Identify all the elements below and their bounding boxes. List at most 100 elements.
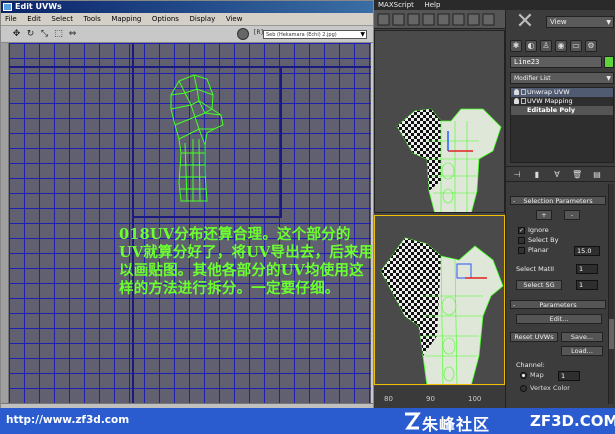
parameters-rollout[interactable]: - Parameters (510, 300, 606, 309)
menu-display[interactable]: Display (185, 13, 219, 26)
shrink-selection-button[interactable]: - (564, 210, 580, 220)
checkbox-box (518, 247, 525, 254)
load-button[interactable]: Load... (561, 346, 603, 356)
object-name-field[interactable]: Line23 (510, 56, 602, 68)
armor-model-perspective (380, 237, 504, 384)
modifier-list-dropdown[interactable]: Modifier List ▼ (510, 72, 614, 84)
show-end-result-icon[interactable]: ▮ (532, 169, 542, 180)
menu-mapping[interactable]: Mapping (107, 13, 145, 26)
view-dropdown-value: View (550, 18, 567, 26)
planar-checkbox[interactable]: Planar (518, 246, 548, 255)
texture-dropdown[interactable]: Seb (Hekamara (Echi) 2.jpg) ▼ (263, 30, 367, 39)
checkbox-label: Select By (528, 236, 559, 244)
uv-menubar: File Edit Select Tools Mapping Options D… (1, 13, 373, 26)
mirror-icon[interactable]: ⇔ (67, 29, 78, 40)
chevron-down-icon: ▼ (606, 75, 611, 82)
rollout-title: Parameters (539, 301, 577, 309)
radio-label: Map (530, 371, 544, 379)
make-unique-icon[interactable]: ∀ (552, 169, 562, 180)
display-tab-icon[interactable]: ▭ (570, 40, 582, 52)
matid-spinner[interactable]: 1 (576, 264, 598, 274)
hierarchy-tab-icon[interactable]: ♙ (540, 40, 552, 52)
ignore-backfacing-checkbox[interactable]: ✓ Ignore (518, 226, 549, 235)
uv-left-scrollbar[interactable] (1, 43, 9, 403)
uv-editor-canvas[interactable] (9, 43, 371, 403)
checkbox-label: Planar (528, 246, 549, 254)
menu-tools[interactable]: Tools (80, 13, 105, 26)
motion-tab-icon[interactable]: ◉ (555, 40, 567, 52)
undo-icon[interactable] (377, 13, 390, 26)
banner-chinese-name: 朱峰社区 (422, 415, 491, 434)
stack-item-label: Editable Poly (527, 106, 576, 114)
viewport-top[interactable] (374, 30, 505, 213)
freeform-icon[interactable]: ⬚ (53, 29, 64, 40)
link-icon[interactable] (407, 13, 420, 26)
menu-select[interactable]: Select (47, 13, 77, 26)
remove-modifier-icon[interactable]: 🗑 (572, 169, 582, 180)
expand-icon[interactable] (521, 89, 526, 95)
edit-button[interactable]: Edit... (516, 314, 602, 324)
rotate-icon[interactable]: ↻ (25, 29, 36, 40)
ruler-tick: 100 (468, 395, 482, 403)
menu-help[interactable]: Help (420, 0, 444, 10)
map-channel-spinner[interactable]: 1 (558, 371, 580, 381)
select-icon[interactable] (422, 13, 435, 26)
uv-toolbar: ✥ ↻ ⤡ ⬚ ⇔ [R] Seb (Hekamara (Echi) 2.jpg… (1, 26, 373, 43)
uv-shell[interactable] (170, 74, 224, 202)
configure-sets-icon[interactable]: ▤ (592, 169, 602, 180)
planar-angle-spinner[interactable]: 15.0 (574, 246, 600, 256)
edit-uvws-window: Edit UVWs File Edit Select Tools Mapping… (0, 0, 374, 409)
checkbox-label: Ignore (528, 226, 549, 234)
map-channel-radio[interactable]: Map (520, 371, 544, 380)
select-matid-label[interactable]: Select MatII (516, 264, 554, 274)
tutorial-note: 018UV分布还算合理。这个部分的UV就算分好了，将UV导出去，后来用以画贴图。… (119, 226, 374, 297)
viewport-perspective[interactable] (374, 215, 505, 385)
time-ruler[interactable]: 80 90 100 (374, 386, 505, 408)
menu-options[interactable]: Options (148, 13, 183, 26)
grow-selection-button[interactable]: + (536, 210, 552, 220)
sg-spinner[interactable]: 1 (576, 280, 598, 290)
redo-icon[interactable] (392, 13, 405, 26)
pin-stack-icon[interactable]: ⊣ (512, 169, 522, 180)
save-button[interactable]: Save... (561, 332, 603, 342)
expand-icon[interactable] (521, 98, 526, 104)
show-map-icon[interactable] (237, 28, 249, 40)
create-tab-icon[interactable]: ✱ (510, 40, 522, 52)
stack-toolbar: ⊣ ▮ ∀ 🗑 ▤ (506, 166, 615, 182)
radio-label: Vertex Color (530, 384, 570, 392)
vertex-color-radio[interactable]: Vertex Color (520, 384, 570, 393)
menu-edit[interactable]: Edit (23, 13, 45, 26)
select-sg-button[interactable]: Select SG (516, 280, 562, 290)
menu-maxscript[interactable]: MAXScript (374, 0, 418, 10)
scale-tool-icon[interactable] (467, 13, 480, 26)
menu-view[interactable]: View (222, 13, 247, 26)
snap-icon[interactable] (482, 13, 495, 26)
utilities-tab-icon[interactable]: ⚙ (585, 40, 597, 52)
checkmark-icon: ✓ (518, 227, 525, 234)
scroll-thumb[interactable] (609, 319, 614, 349)
menu-file[interactable]: File (1, 13, 21, 26)
command-panel: ✕ View ▼ ✱ ◐ ♙ ◉ ▭ ⚙ Line23 Modifier Lis… (505, 10, 615, 408)
reference-coord-dropdown[interactable]: View ▼ (546, 16, 614, 28)
selection-parameters-rollout[interactable]: - Selection Parameters (510, 196, 606, 205)
ruler-tick: 80 (384, 395, 393, 403)
modifier-list-label: Modifier List (514, 75, 551, 82)
reset-uvws-button[interactable]: Reset UVWs (510, 332, 558, 342)
stack-item-uvw-mapping[interactable]: UVW Mapping (511, 97, 613, 106)
viewport-area: 80 90 100 (374, 10, 505, 408)
stack-item-label: Unwrap UVW (527, 88, 570, 96)
object-color-swatch[interactable] (604, 56, 614, 68)
move-icon[interactable]: ✥ (11, 29, 22, 40)
stack-item-editable-poly[interactable]: Editable Poly (511, 106, 613, 115)
modify-tab-icon[interactable]: ◐ (525, 40, 537, 52)
main-toolbar (374, 10, 505, 29)
lightbulb-icon[interactable] (514, 98, 519, 104)
rotate-tool-icon[interactable] (452, 13, 465, 26)
select-by-checkbox[interactable]: Select By (518, 236, 558, 245)
command-panel-scrollbar[interactable] (608, 184, 614, 404)
armor-model-top (396, 108, 502, 212)
lightbulb-icon[interactable] (514, 89, 519, 95)
scale-icon[interactable]: ⤡ (39, 29, 50, 40)
move-tool-icon[interactable] (437, 13, 450, 26)
stack-item-unwrap-uvw[interactable]: Unwrap UVW (511, 88, 613, 97)
